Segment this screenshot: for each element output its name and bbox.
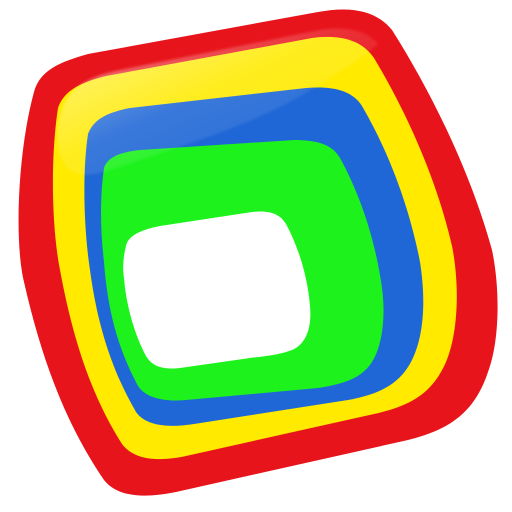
white-center (123, 211, 311, 369)
icon-canvas (0, 0, 512, 512)
app-icon (18, 9, 498, 496)
